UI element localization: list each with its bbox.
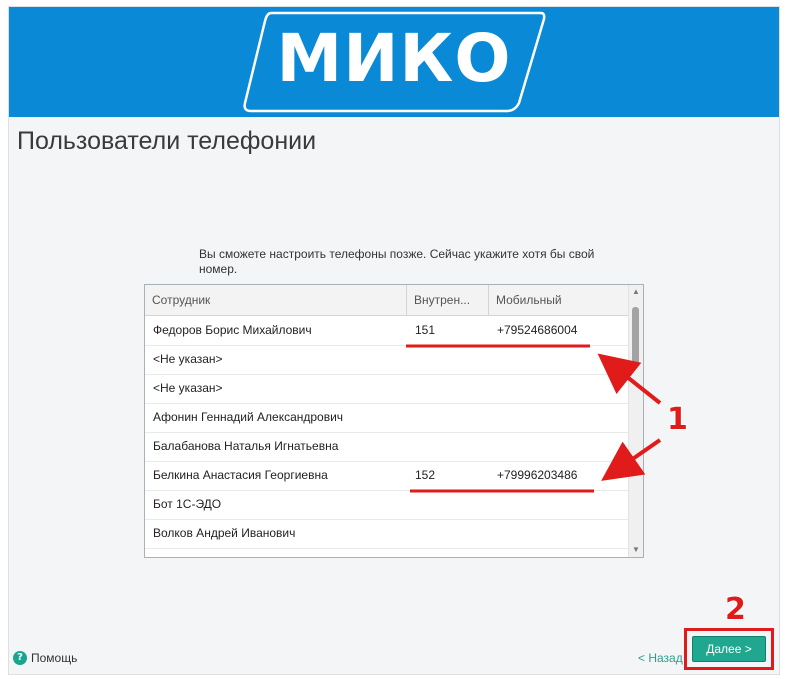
extension-number[interactable]: 152 xyxy=(415,461,489,490)
mobile-number[interactable] xyxy=(497,432,627,461)
extension-number[interactable] xyxy=(415,432,489,461)
mobile-number[interactable] xyxy=(497,374,627,403)
employee-name: Белкина Анастасия Георгиевна xyxy=(153,468,328,482)
back-button[interactable]: < Назад xyxy=(638,650,683,666)
employee-name: Бот 1С-ЭДО xyxy=(153,497,222,511)
table-row[interactable]: Бот 1С-ЭДО xyxy=(145,490,629,520)
page-title: Пользователи телефонии xyxy=(17,127,317,155)
employee-name: Федоров Борис Михайлович xyxy=(153,323,312,337)
mobile-number[interactable] xyxy=(497,519,627,548)
mobile-number[interactable]: +79524686004 xyxy=(497,316,627,345)
column-header-employee[interactable]: Сотрудник xyxy=(145,285,407,315)
mobile-number[interactable] xyxy=(497,403,627,432)
setup-window: МИКО Пользователи телефонии Вы сможете н… xyxy=(8,6,780,675)
logo: МИКО xyxy=(276,20,512,97)
help-link[interactable]: ? Помощь xyxy=(13,650,77,666)
table-header: Сотрудник Внутрен... Мобильный xyxy=(145,285,629,316)
extension-number[interactable] xyxy=(415,374,489,403)
employee-name: Афонин Геннадий Александрович xyxy=(153,410,344,424)
next-button[interactable]: Далее > xyxy=(692,636,766,662)
table-row[interactable]: Афонин Геннадий Александрович xyxy=(145,403,629,433)
users-table[interactable]: Сотрудник Внутрен... Мобильный Федоров Б… xyxy=(144,284,644,558)
brand-banner: МИКО xyxy=(9,7,779,117)
column-header-mobile[interactable]: Мобильный xyxy=(489,285,629,315)
extension-number[interactable] xyxy=(415,490,489,519)
mobile-number[interactable] xyxy=(497,345,627,374)
employee-name: Балабанова Наталья Игнатьевна xyxy=(153,439,339,453)
table-row[interactable]: Волков Андрей Иванович xyxy=(145,519,629,549)
extension-number[interactable]: 151 xyxy=(415,316,489,345)
annotation-marker-1: 1 xyxy=(667,402,688,437)
table-scrollbar[interactable]: ▲ ▼ xyxy=(628,285,643,557)
scroll-down-arrow-icon[interactable]: ▼ xyxy=(629,543,643,557)
extension-number[interactable] xyxy=(415,519,489,548)
scrollbar-thumb[interactable] xyxy=(632,307,639,365)
employee-name: <Не указан> xyxy=(153,381,223,395)
question-icon: ? xyxy=(13,651,27,665)
employee-name: <Не указан> xyxy=(153,352,223,366)
table-row[interactable]: Белкина Анастасия Георгиевна 152 +799962… xyxy=(145,461,629,491)
table-row[interactable]: Балабанова Наталья Игнатьевна xyxy=(145,432,629,462)
employee-name: Волков Андрей Иванович xyxy=(153,526,296,540)
mobile-number[interactable] xyxy=(497,490,627,519)
mobile-number[interactable]: +79996203486 xyxy=(497,461,627,490)
help-label: Помощь xyxy=(31,651,78,665)
hint-text: Вы сможете настроить телефоны позже. Сей… xyxy=(199,247,595,276)
table-row[interactable]: <Не указан> xyxy=(145,374,629,404)
table-row[interactable]: <Не указан> xyxy=(145,345,629,375)
column-header-extension[interactable]: Внутрен... xyxy=(407,285,489,315)
table-row[interactable]: Федоров Борис Михайлович 151 +7952468600… xyxy=(145,316,629,346)
extension-number[interactable] xyxy=(415,345,489,374)
scroll-up-arrow-icon[interactable]: ▲ xyxy=(629,285,643,299)
extension-number[interactable] xyxy=(415,403,489,432)
annotation-marker-2: 2 xyxy=(725,592,746,627)
